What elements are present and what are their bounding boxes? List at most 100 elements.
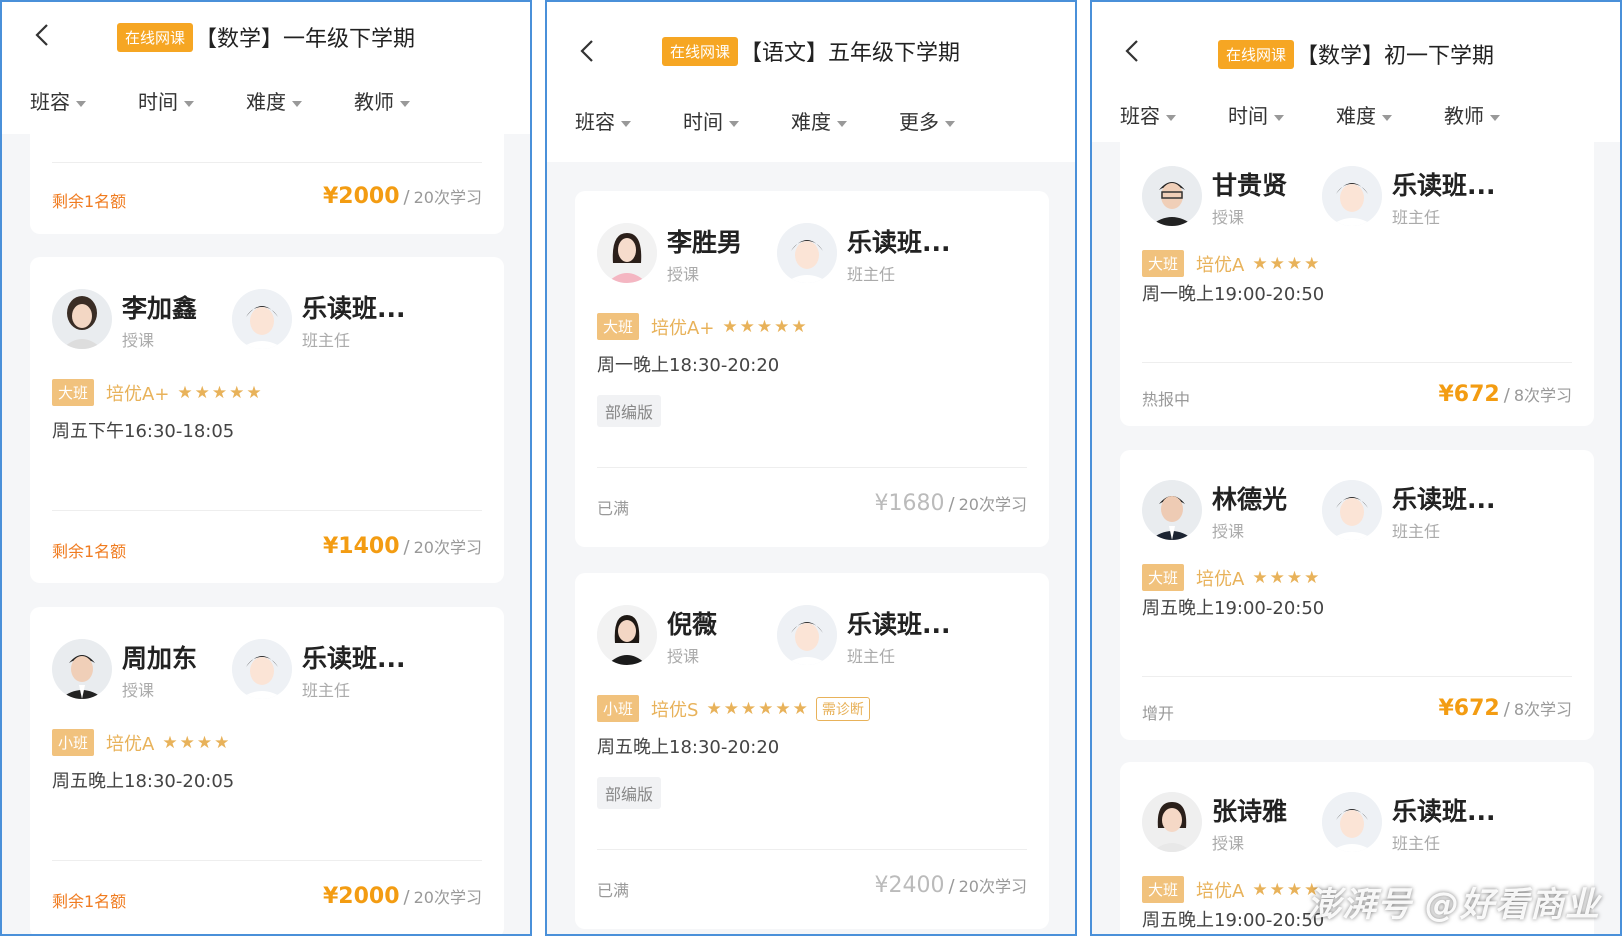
level-label: 培优A [1196,254,1245,276]
level-label: 培优S [651,699,699,721]
filter-class-size[interactable]: 班容 [575,106,631,135]
schedule-text: 周五晚上19:00-20:50 [1142,598,1325,619]
phone-panel-3: 甘贵贤 授课 乐读班... 班主任 大班 培优A ★★★★ 周一晚上19:00-20… [1090,0,1622,936]
teacher-info[interactable]: 林德光 授课 [1142,476,1332,546]
teacher-name: 李加鑫 [122,294,198,323]
status-text: 已满 [597,499,630,518]
filter-time[interactable]: 时间 [1228,100,1284,129]
filter-more[interactable]: 更多 [899,106,955,135]
teacher-info[interactable]: 周加东 授课 [52,635,242,705]
course-card[interactable]: 倪薇 授课 乐读班... 班主任 小班 培优S ★★★★★★ 需诊断 周五晚上18:3… [575,573,1049,929]
caret-down-icon [184,100,194,107]
filter-class-size[interactable]: 班容 [30,86,86,115]
caret-down-icon [1382,114,1392,121]
head-teacher-avatar [777,605,837,665]
price: ¥2000 [323,884,400,909]
head-teacher-info[interactable]: 乐读班... 班主任 [232,285,422,355]
edition-tag: 部编版 [597,777,662,809]
head-teacher-role: 班主任 [302,681,351,700]
head-teacher-info[interactable]: 乐读班... 班主任 [777,219,967,289]
status-text: 剩余1名额 [52,542,127,561]
head-teacher-info[interactable]: 乐读班... 班主任 [1322,788,1512,858]
teacher-avatar [1142,166,1202,226]
caret-down-icon [1274,114,1284,121]
divider [1142,362,1572,363]
head-teacher-role: 班主任 [1392,834,1441,853]
head-teacher-role: 班主任 [1392,208,1441,227]
teacher-role: 授课 [1212,522,1245,541]
level-label: 培优A [1196,880,1245,902]
head-teacher-role: 班主任 [302,331,351,350]
class-size-badge: 小班 [52,729,95,756]
teacher-role: 授课 [122,681,155,700]
head-teacher-avatar [777,223,837,283]
filter-difficulty[interactable]: 难度 [1336,100,1392,129]
tag-row: 小班 培优A ★★★★ [52,729,231,756]
top-bar: 在线网课 【数学】一年级下学期 班容 时间 难度 教师 [2,2,530,134]
course-card[interactable]: 林德光 授课 乐读班... 班主任 大班 培优A ★★★★ 周五晚上19:00-20… [1120,450,1594,740]
course-card[interactable]: 周加东 授课 乐读班... 班主任 小班 培优A ★★★★ 周五晚上18:30-20… [30,607,504,934]
price: ¥1680 [874,491,945,516]
teacher-info[interactable]: 倪薇 授课 [597,601,787,671]
filter-teacher[interactable]: 教师 [1444,100,1500,129]
sessions: 8次学习 [1513,700,1572,719]
course-card[interactable]: 李胜男 授课 乐读班... 班主任 大班 培优A+ ★★★★★ 周一晚上18:30-… [575,191,1049,547]
sessions: 20次学习 [958,495,1027,514]
teacher-name: 倪薇 [667,610,718,639]
price-block: ¥672/8次学习 [1438,382,1573,407]
filter-class-size[interactable]: 班容 [1120,100,1176,129]
head-teacher-info[interactable]: 乐读班... 班主任 [1322,162,1512,232]
head-teacher-avatar [232,289,292,349]
teacher-info[interactable]: 李胜男 授课 [597,219,787,289]
star-rating: ★★★★ [1252,253,1322,274]
teacher-info[interactable]: 张诗雅 授课 [1142,788,1332,858]
tag-row: 大班 培优A+ ★★★★★ [52,379,264,406]
head-teacher-avatar [1322,166,1382,226]
filter-bar: 班容 时间 难度 更多 [547,90,1075,150]
teacher-info[interactable]: 甘贵贤 授课 [1142,162,1332,232]
filter-difficulty[interactable]: 难度 [246,86,302,115]
sessions: 8次学习 [1513,386,1572,405]
head-teacher-name: 乐读班... [1392,485,1496,514]
head-teacher-name: 乐读班... [302,294,406,323]
caret-down-icon [729,120,739,127]
star-rating: ★★★★★★ [706,698,810,719]
class-size-badge: 小班 [597,695,640,722]
sessions: 20次学习 [413,188,482,207]
teacher-avatar [52,639,112,699]
course-card[interactable]: 甘贵贤 授课 乐读班... 班主任 大班 培优A ★★★★ 周一晚上19:00-20… [1120,112,1594,426]
status-text: 已满 [597,881,630,900]
head-teacher-info[interactable]: 乐读班... 班主任 [232,635,422,705]
schedule-text: 周一晚上19:00-20:50 [1142,284,1325,305]
diagnosis-required-badge: 需诊断 [815,696,870,721]
teacher-role: 授课 [1212,208,1245,227]
online-course-badge: 在线网课 [116,22,193,52]
class-size-badge: 大班 [1142,876,1185,903]
head-teacher-avatar [1322,792,1382,852]
caret-down-icon [76,100,86,107]
head-teacher-name: 乐读班... [847,228,951,257]
status-text: 增开 [1142,704,1175,723]
status-text: 热报中 [1142,390,1191,409]
page-title: 在线网课 【语文】五年级下学期 [547,35,1075,67]
caret-down-icon [621,120,631,127]
top-bar: 在线网课 【数学】初一下学期 班容 时间 难度 教师 [1092,2,1620,142]
course-card[interactable]: 李加鑫 授课 乐读班... 班主任 大班 培优A+ ★★★★★ 周五下午16:30-… [30,257,504,583]
status-text: 剩余1名额 [52,192,127,211]
head-teacher-avatar [1322,480,1382,540]
filter-difficulty[interactable]: 难度 [791,106,847,135]
teacher-avatar [52,289,112,349]
filter-teacher[interactable]: 教师 [354,86,410,115]
head-teacher-info[interactable]: 乐读班... 班主任 [1322,476,1512,546]
head-teacher-name: 乐读班... [1392,797,1496,826]
teacher-info[interactable]: 李加鑫 授课 [52,285,242,355]
online-course-badge: 在线网课 [1217,39,1294,69]
head-teacher-info[interactable]: 乐读班... 班主任 [777,601,967,671]
schedule-text: 周五晚上19:00-20:50 [1142,910,1325,931]
teacher-role: 授课 [667,265,700,284]
filter-time[interactable]: 时间 [138,86,194,115]
tag-row: 大班 培优A ★★★★ [1142,250,1322,277]
sessions: 20次学习 [413,538,482,557]
status-text: 剩余1名额 [52,892,127,911]
filter-time[interactable]: 时间 [683,106,739,135]
